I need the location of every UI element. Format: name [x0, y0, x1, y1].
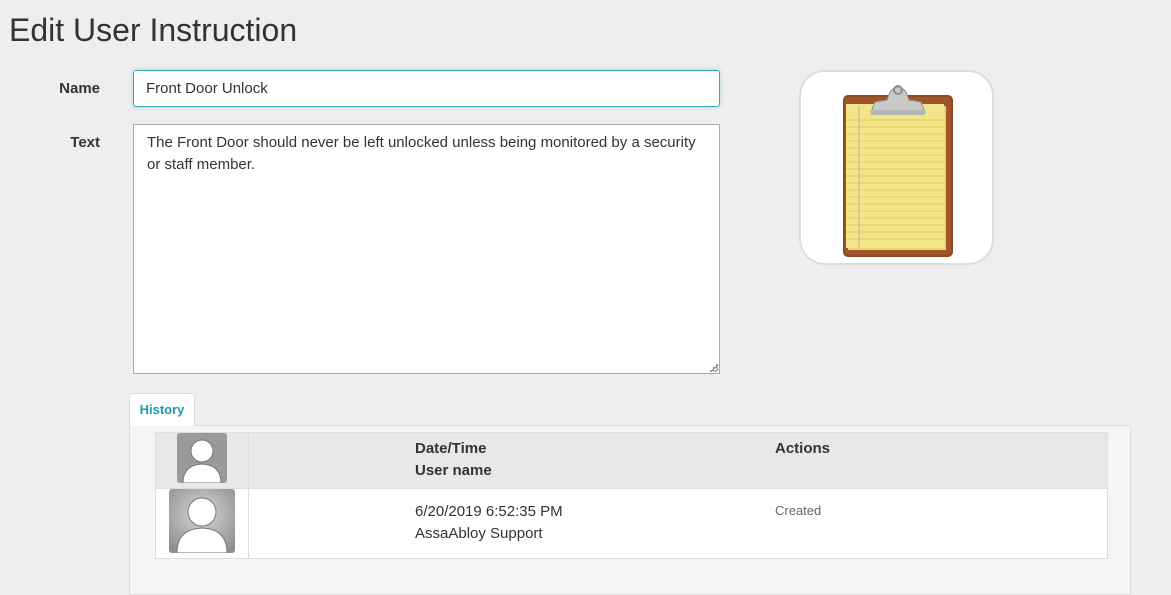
user-avatar-icon: [177, 433, 227, 483]
clipboard-icon: [843, 85, 953, 257]
text-label: Text: [70, 134, 100, 151]
history-table: Date/Time User name Actions 6/20/2019 6:…: [155, 432, 1108, 559]
column-header-datetime: Date/Time: [415, 440, 487, 457]
history-datetime: 6/20/2019 6:52:35 PM: [415, 503, 563, 520]
header-datetime-cell: Date/Time User name: [415, 433, 775, 489]
history-username: AssaAbloy Support: [415, 525, 543, 542]
column-header-actions: Actions: [775, 440, 831, 457]
column-header-username: User name: [415, 462, 492, 479]
user-avatar-icon: [169, 489, 235, 553]
instruction-icon-tile[interactable]: [799, 70, 994, 265]
row-blank-cell: [249, 489, 416, 559]
history-action: Created: [775, 503, 822, 518]
name-input[interactable]: [133, 70, 720, 107]
resize-grip-icon[interactable]: [708, 362, 718, 372]
header-avatar-cell: [155, 432, 249, 489]
tab-history[interactable]: History: [129, 393, 195, 426]
name-label: Name: [59, 80, 100, 97]
row-datetime-cell: 6/20/2019 6:52:35 PM AssaAbloy Support: [415, 489, 775, 559]
table-row: 6/20/2019 6:52:35 PM AssaAbloy Support C…: [155, 488, 1108, 559]
page-title: Edit User Instruction: [9, 12, 298, 48]
table-header-row: Date/Time User name Actions: [155, 432, 1108, 489]
row-avatar-cell: [155, 488, 249, 559]
header-blank-cell: [249, 433, 416, 489]
text-textarea[interactable]: The Front Door should never be left unlo…: [133, 124, 720, 374]
history-panel: Date/Time User name Actions 6/20/2019 6:…: [129, 425, 1131, 595]
